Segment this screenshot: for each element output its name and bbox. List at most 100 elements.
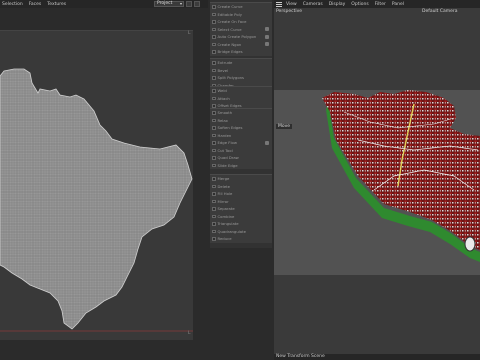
tool-row[interactable]: Edge Flow [210,139,272,147]
toggle-icon[interactable] [265,34,269,39]
city-map-model[interactable] [274,0,480,360]
tool-row[interactable]: Separate [210,205,272,213]
tool-row[interactable]: Create Ngon [210,41,272,49]
tool-row[interactable]: Select Curve [210,26,272,34]
tool-icon [212,76,216,80]
tool-group-2: Extrude Bevel Split Polygons Chamfer [210,58,272,89]
stadium [464,236,476,252]
tool-label: Quadrangulate [217,228,246,234]
move-tool-label[interactable]: Move [276,124,293,129]
tool-label: Auto Create Polygon [217,34,257,40]
tool-icon [212,126,216,130]
tool-icon [212,199,216,203]
tool-panel: Create Curve Editable Poly Create On Fac… [210,0,272,248]
project-select[interactable]: Project ▾ [154,1,184,7]
tool-icon [212,133,216,137]
tool-label: Reduce [217,236,232,242]
tool-icon [212,141,216,145]
tool-icon [212,192,216,196]
tool-group-3: Weld Attach Offset Edges [210,86,272,110]
tool-label: Quad Draw [217,155,239,161]
tool-label: Bevel [217,67,229,73]
frame-icon[interactable] [194,1,200,7]
tool-icon [212,184,216,188]
tool-label: Cut Tool [217,147,233,153]
tool-row[interactable]: Soften Edges [210,124,272,132]
tool-row[interactable]: Create Curve [210,3,272,11]
tool-group-1: Create Curve Editable Poly Create On Fac… [210,2,272,56]
toggle-icon[interactable] [265,42,269,47]
tool-group-4: Smooth Relax Soften Edges Harden Edge Fl… [210,108,272,169]
tool-label: Triangulate [217,221,239,227]
tool-icon [212,12,216,16]
tool-icon [212,237,216,241]
tool-row[interactable]: Triangulate [210,220,272,228]
tool-icon [212,222,216,226]
tool-icon [212,156,216,160]
tool-label: Relax [217,117,228,123]
tool-row[interactable]: Quadrangulate [210,228,272,236]
status-bar: New Transform Scene [274,354,480,360]
tool-row[interactable]: Bridge Edges [210,48,272,56]
tool-group-5: Merge Delete Fill Hole Mirror Separate C… [210,174,272,243]
tool-icon [212,214,216,218]
tool-row[interactable]: Combine [210,213,272,221]
tool-row[interactable]: Quad Draw [210,154,272,162]
tool-label: Combine [217,213,235,219]
tool-label: Split Polygons [217,75,245,81]
tool-icon [212,229,216,233]
tool-label: Edge Flow [217,140,237,146]
tool-label: Extrude [217,60,233,66]
menu-textures[interactable]: Textures [47,2,66,7]
tool-row[interactable]: Create On Face [210,18,272,26]
tool-icon [212,96,216,100]
left-menubar: Selection Faces Textures Project ▾ [0,0,208,8]
uv-canvas[interactable] [0,31,193,341]
tool-label: Harden [217,132,232,138]
tool-row[interactable]: Bevel [210,67,272,75]
tool-row[interactable]: Delete [210,183,272,191]
tool-icon [212,207,216,211]
tool-row[interactable]: Extrude [210,59,272,67]
tool-row[interactable]: Fill Hole [210,190,272,198]
edge-mark-top: L [188,31,191,36]
tool-label: Merge [217,176,230,182]
tool-icon [212,50,216,54]
tool-label: Fill Hole [217,191,233,197]
tool-row[interactable]: Harden [210,132,272,140]
tool-label: Editable Poly [217,11,242,17]
tool-row[interactable]: Editable Poly [210,11,272,19]
tool-row[interactable]: Merge [210,175,272,183]
project-select-value: Project [157,1,173,6]
toolbar-icons [186,1,200,7]
toggle-icon[interactable] [265,27,269,32]
tool-row[interactable]: Weld [210,87,272,95]
tool-label: Delete [217,183,230,189]
tool-icon [212,89,216,93]
tool-icon [212,104,216,108]
perspective-viewport[interactable]: View Cameras Display Options Filter Pane… [274,0,480,360]
toggle-icon[interactable] [265,140,269,145]
tool-label: Separate [217,206,235,212]
tool-icon [212,68,216,72]
tool-label: Create On Face [217,19,247,25]
grid-icon[interactable] [186,1,192,7]
tool-row[interactable]: Split Polygons [210,74,272,82]
tool-row[interactable]: Reduce [210,235,272,243]
tool-label: Mirror [217,198,229,204]
uv-editor-viewport[interactable]: L L [0,30,193,340]
tool-row[interactable]: Attach [210,95,272,103]
menu-faces[interactable]: Faces [29,2,42,7]
uv-shell-outline[interactable] [0,68,193,330]
menu-selection[interactable]: Selection [2,2,23,7]
tool-row[interactable]: Relax [210,117,272,125]
tool-row[interactable]: Slide Edge [210,162,272,170]
tool-row[interactable]: Cut Tool [210,147,272,155]
tool-icon [212,35,216,39]
status-text: New Transform Scene [276,354,325,359]
tool-row[interactable]: Smooth [210,109,272,117]
tool-icon [212,42,216,46]
tool-row[interactable]: Auto Create Polygon [210,33,272,41]
tool-row[interactable]: Mirror [210,198,272,206]
tool-label: Bridge Edges [217,49,243,55]
